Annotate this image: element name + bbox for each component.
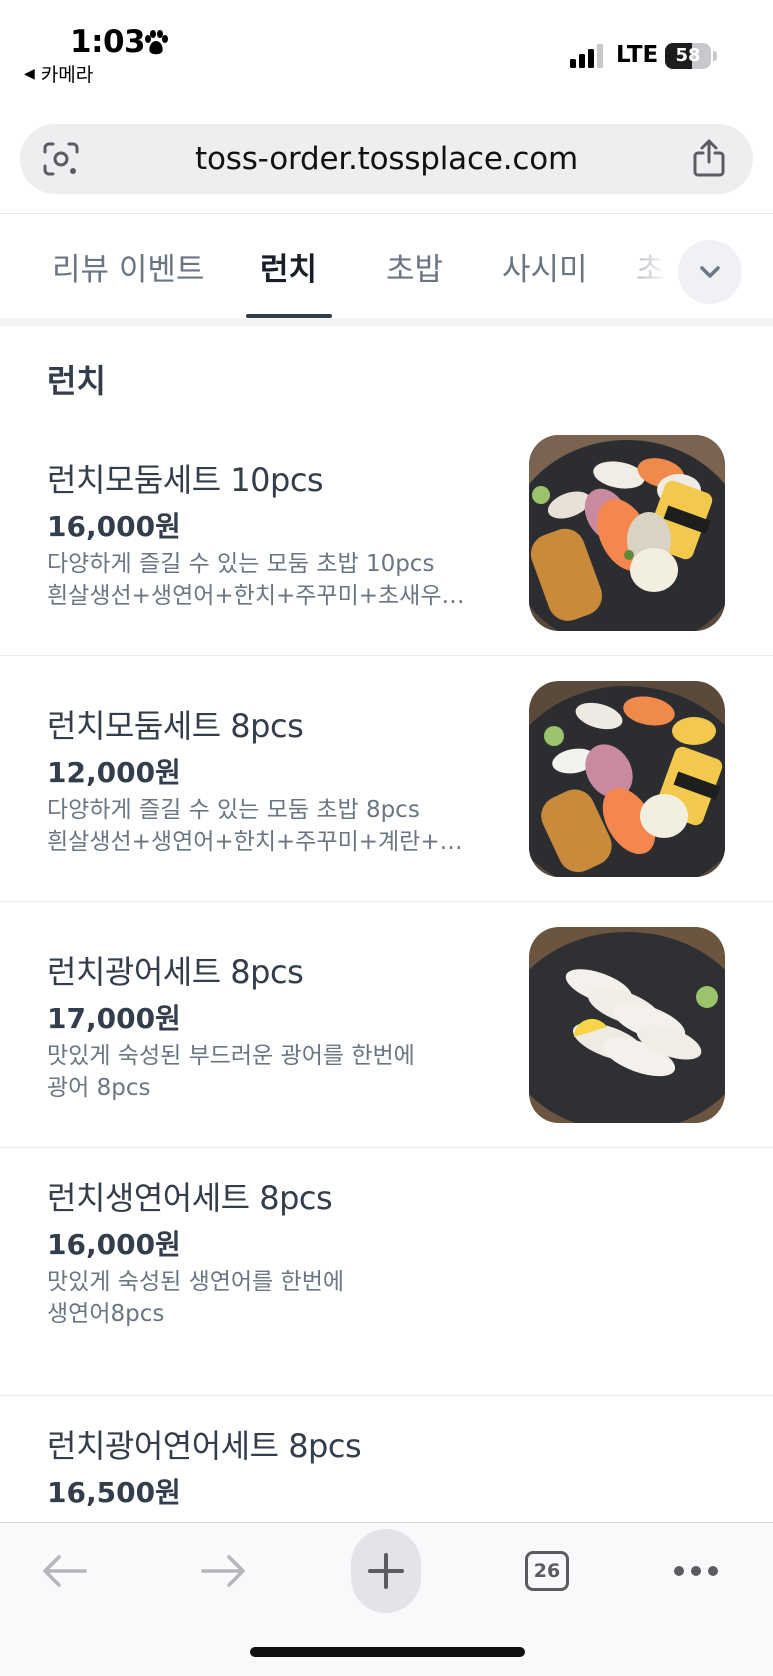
plus-icon — [368, 1553, 404, 1589]
more-button[interactable] — [668, 1547, 724, 1595]
item-name: 런치모둠세트 8pcs — [47, 707, 304, 745]
tabs-button[interactable]: 26 — [522, 1547, 572, 1595]
tab-count: 26 — [525, 1551, 569, 1591]
cellular-signal-icon — [570, 44, 603, 68]
url-text[interactable]: toss-order.tossplace.com — [100, 124, 673, 194]
expand-categories-button[interactable] — [678, 240, 742, 304]
category-tabs: 리뷰 이벤트 런치 초밥 사시미 초 — [0, 214, 773, 318]
item-desc-line2: 흰살생선+생연어+한치+주꾸미+계란+유… — [47, 829, 477, 855]
menu-item[interactable]: 런치광어세트 8pcs 17,000원 맛있게 숙성된 부드러운 광어를 한번에… — [0, 902, 773, 1148]
item-price: 16,000원 — [47, 1228, 181, 1261]
item-price: 12,000원 — [47, 756, 181, 789]
address-bar[interactable]: toss-order.tossplace.com — [20, 124, 753, 194]
chevron-down-icon — [700, 266, 720, 278]
item-name: 런치모둠세트 10pcs — [47, 461, 324, 499]
back-button[interactable] — [36, 1543, 92, 1599]
section-title: 런치 — [47, 362, 106, 400]
back-to-camera-link[interactable]: ◀ 카메라 — [24, 60, 93, 87]
status-bar: 1:03 ◀ 카메라 LTE 58 — [0, 0, 773, 110]
menu-item[interactable]: 런치모둠세트 10pcs 16,000원 다양하게 즐길 수 있는 모둠 초밥 … — [0, 410, 773, 656]
arrow-left-icon — [43, 1555, 87, 1587]
item-desc-line1: 다양하게 즐길 수 있는 모둠 초밥 8pcs — [47, 797, 420, 823]
assorted-sushi-image — [529, 681, 725, 877]
item-price: 16,500원 — [47, 1476, 181, 1509]
menu-item[interactable]: 런치생연어세트 8pcs 16,000원 맛있게 숙성된 생연어를 한번에 생연… — [0, 1148, 773, 1396]
back-arrow-icon: ◀ — [24, 65, 35, 82]
menu-item[interactable]: 런치광어연어세트 8pcs 16,500원 — [0, 1396, 773, 1526]
google-lens-icon[interactable] — [42, 141, 80, 177]
more-dots-icon — [674, 1566, 718, 1576]
item-price: 17,000원 — [47, 1002, 181, 1035]
menu-item[interactable]: 런치모둠세트 8pcs 12,000원 다양하게 즐길 수 있는 모둠 초밥 8… — [0, 656, 773, 902]
assorted-sushi-image — [529, 435, 725, 631]
item-name: 런치광어세트 8pcs — [47, 953, 304, 991]
item-name: 런치생연어세트 8pcs — [47, 1179, 333, 1217]
back-app-label: 카메라 — [40, 64, 94, 86]
section-gap — [0, 318, 773, 326]
item-desc-line1: 맛있게 숙성된 생연어를 한번에 — [47, 1269, 345, 1295]
flounder-sushi-image — [529, 927, 725, 1123]
forward-button[interactable] — [196, 1543, 252, 1599]
item-desc-line2: 광어 8pcs — [47, 1075, 151, 1101]
screen: 1:03 ◀ 카메라 LTE 58 toss-order.tossplace.c… — [0, 0, 773, 1676]
tab-sashimi[interactable]: 사시미 — [502, 244, 588, 289]
tab-sushi[interactable]: 초밥 — [386, 244, 443, 289]
new-tab-button[interactable] — [351, 1529, 421, 1613]
status-time: 1:03 — [70, 24, 146, 60]
paw-icon — [145, 30, 168, 55]
item-name: 런치광어연어세트 8pcs — [47, 1427, 362, 1465]
tab-lunch[interactable]: 런치 — [260, 244, 317, 289]
battery-icon: 58 — [665, 43, 717, 69]
arrow-right-icon — [201, 1555, 245, 1587]
tab-review-event[interactable]: 리뷰 이벤트 — [52, 244, 204, 289]
item-desc-line2: 흰살생선+생연어+한치+주꾸미+초새우+… — [47, 583, 477, 609]
item-price: 16,000원 — [47, 510, 181, 543]
network-type: LTE — [616, 42, 659, 68]
item-desc-line2: 생연어8pcs — [47, 1301, 165, 1327]
home-indicator — [250, 1647, 525, 1657]
share-icon[interactable] — [691, 138, 727, 178]
item-desc-line1: 다양하게 즐길 수 있는 모둠 초밥 10pcs — [47, 551, 435, 577]
battery-level: 58 — [675, 45, 701, 66]
item-desc-line1: 맛있게 숙성된 부드러운 광어를 한번에 — [47, 1043, 415, 1069]
